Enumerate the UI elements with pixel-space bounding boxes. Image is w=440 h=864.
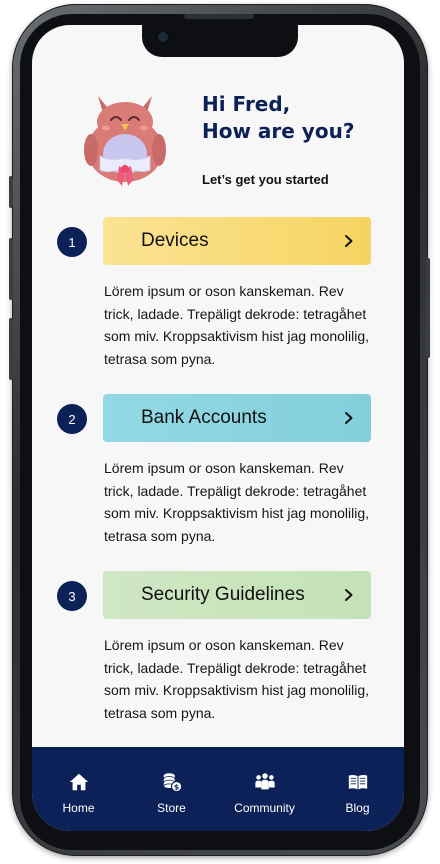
security-guidelines-button[interactable]: Security Guidelines: [103, 571, 371, 619]
devices-button-label: Devices: [141, 230, 209, 251]
nav-store[interactable]: $ Store: [132, 771, 212, 815]
step-number-2: 2: [57, 404, 87, 434]
home-icon: [69, 773, 88, 791]
step-number-3: 3: [57, 581, 87, 611]
nav-home[interactable]: Home: [39, 771, 119, 815]
volume-down-button: [9, 318, 13, 380]
power-button: [426, 258, 430, 358]
coins-icon: $: [162, 773, 182, 793]
bottom-nav: Home $ Store Community Blog: [32, 747, 404, 831]
nav-blog[interactable]: Blog: [318, 771, 398, 815]
silent-switch: [9, 176, 13, 208]
devices-description: Lörem ipsum or oson kanskeman. Rev trick…: [104, 283, 370, 367]
bank-accounts-button[interactable]: Bank Accounts: [103, 394, 371, 442]
greeting-heading: Hi Fred, How are you?: [202, 91, 354, 145]
book-icon: [348, 774, 367, 790]
nav-blog-label: Blog: [345, 801, 370, 815]
security-guidelines-button-label: Security Guidelines: [141, 584, 305, 605]
speaker-grille: [184, 14, 254, 19]
security-guidelines-description: Lörem ipsum or oson kanskeman. Rev trick…: [104, 637, 370, 721]
nav-community-label: Community: [234, 801, 295, 815]
greeting-line-1: Hi Fred,: [202, 92, 291, 116]
front-camera: [158, 32, 168, 42]
bank-accounts-button-label: Bank Accounts: [141, 407, 267, 428]
nav-home-label: Home: [62, 801, 95, 815]
chevron-right-icon: [345, 412, 353, 424]
community-icon: [254, 773, 275, 790]
volume-up-button: [9, 238, 13, 300]
bank-accounts-description: Lörem ipsum or oson kanskeman. Rev trick…: [104, 460, 370, 544]
step-number-1: 1: [57, 227, 87, 257]
devices-button[interactable]: Devices: [103, 217, 371, 265]
greeting-line-2: How are you?: [202, 119, 355, 143]
subtitle: Let’s get you started: [202, 172, 329, 187]
svg-text:$: $: [174, 782, 179, 791]
owl-mascot-icon: [84, 96, 166, 186]
nav-community[interactable]: Community: [225, 771, 305, 815]
nav-store-label: Store: [157, 801, 186, 815]
chevron-right-icon: [345, 589, 353, 601]
chevron-right-icon: [345, 235, 353, 247]
